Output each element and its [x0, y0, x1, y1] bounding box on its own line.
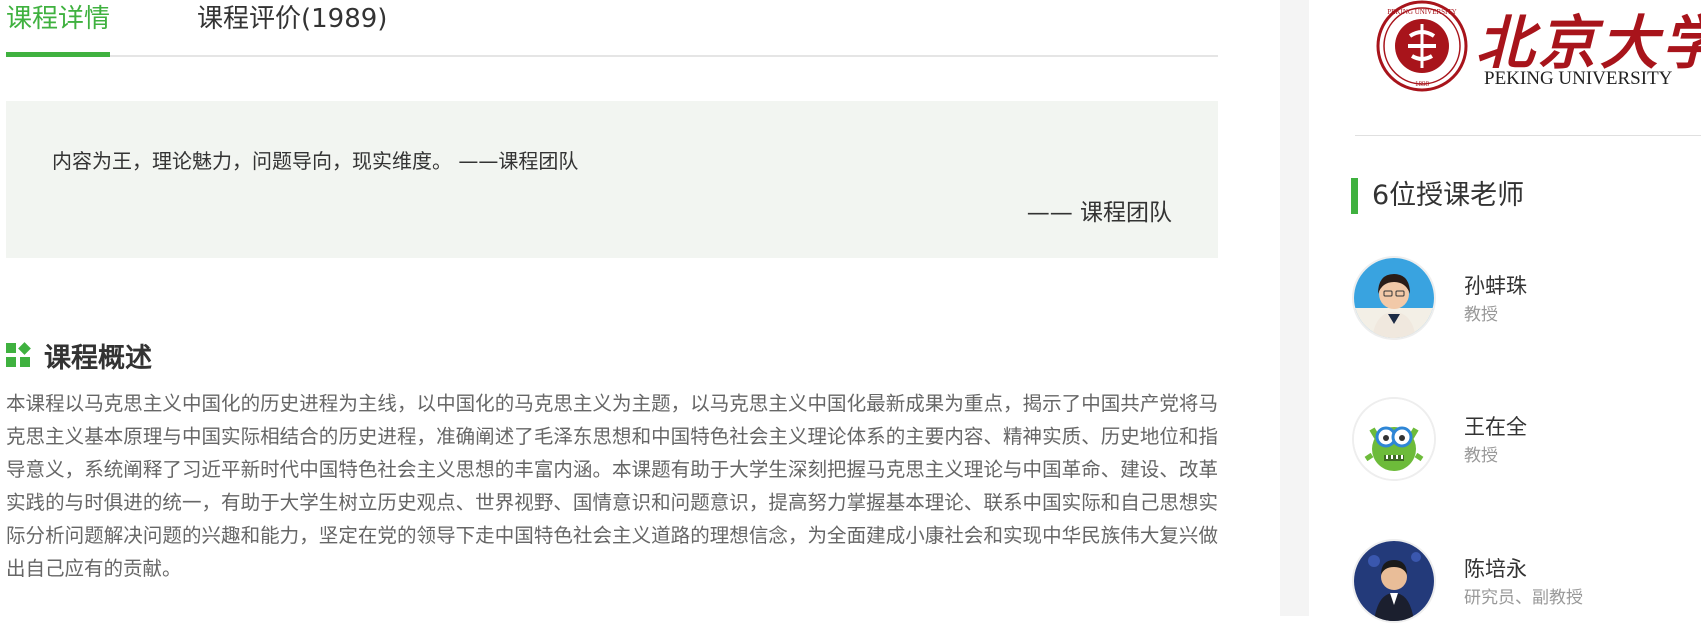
svg-text:1898: 1898 — [1415, 80, 1430, 88]
overview-heading: 课程概述 — [6, 337, 152, 374]
svg-text:PEKING UNIVERSITY: PEKING UNIVERSITY — [1387, 8, 1456, 16]
tab-course-reviews[interactable]: 课程评价(1989) — [197, 0, 387, 55]
teachers-heading: 6位授课老师 — [1351, 178, 1524, 214]
portrait-woman-icon — [1354, 258, 1434, 338]
teacher-name[interactable]: 陈培永 — [1464, 553, 1527, 583]
school-logo[interactable]: PEKING UNIVERSITY 1898 北京大学 PEKING UNIVE… — [1376, 0, 1701, 92]
quote-box: 内容为王，理论魅力，问题导向，现实维度。 ——课程团队 —— 课程团队 — [6, 101, 1218, 258]
overview-title: 课程概述 — [44, 342, 152, 374]
course-tabs: 课程详情 课程评价(1989) — [6, 0, 1218, 57]
green-monster-icon — [1354, 399, 1434, 479]
teacher-card[interactable]: 孙蚌珠 教授 — [1352, 256, 1692, 346]
teacher-title: 教授 — [1464, 305, 1498, 325]
school-name-en: PEKING UNIVERSITY — [1484, 68, 1673, 89]
course-main: 课程详情 课程评价(1989) 内容为王，理论魅力，问题导向，现实维度。 ——课… — [0, 0, 1220, 616]
teacher-card[interactable]: 王在全 教授 — [1352, 397, 1692, 487]
sidebar-divider — [1355, 135, 1701, 136]
teacher-title: 教授 — [1464, 446, 1498, 466]
university-seal-icon: PEKING UNIVERSITY 1898 — [1376, 0, 1468, 92]
grid-icon — [6, 342, 31, 367]
column-divider — [1280, 0, 1309, 616]
tab-course-details[interactable]: 课程详情 — [6, 0, 111, 57]
avatar[interactable] — [1352, 256, 1436, 340]
teacher-name[interactable]: 王在全 — [1464, 411, 1527, 441]
portrait-man-speaking-icon — [1354, 541, 1434, 621]
quote-text: 内容为王，理论魅力，问题导向，现实维度。 ——课程团队 — [52, 149, 579, 173]
quote-source: —— 课程团队 — [1026, 200, 1172, 226]
avatar[interactable] — [1352, 539, 1436, 623]
course-description: 本课程以马克思主义中国化的历史进程为主线，以中国化的马克思主义为主题，以马克思主… — [6, 392, 1218, 580]
teacher-title: 研究员、副教授 — [1464, 588, 1583, 608]
teacher-name[interactable]: 孙蚌珠 — [1464, 270, 1527, 300]
sidebar: PEKING UNIVERSITY 1898 北京大学 PEKING UNIVE… — [1309, 0, 1701, 623]
avatar[interactable] — [1352, 397, 1436, 481]
